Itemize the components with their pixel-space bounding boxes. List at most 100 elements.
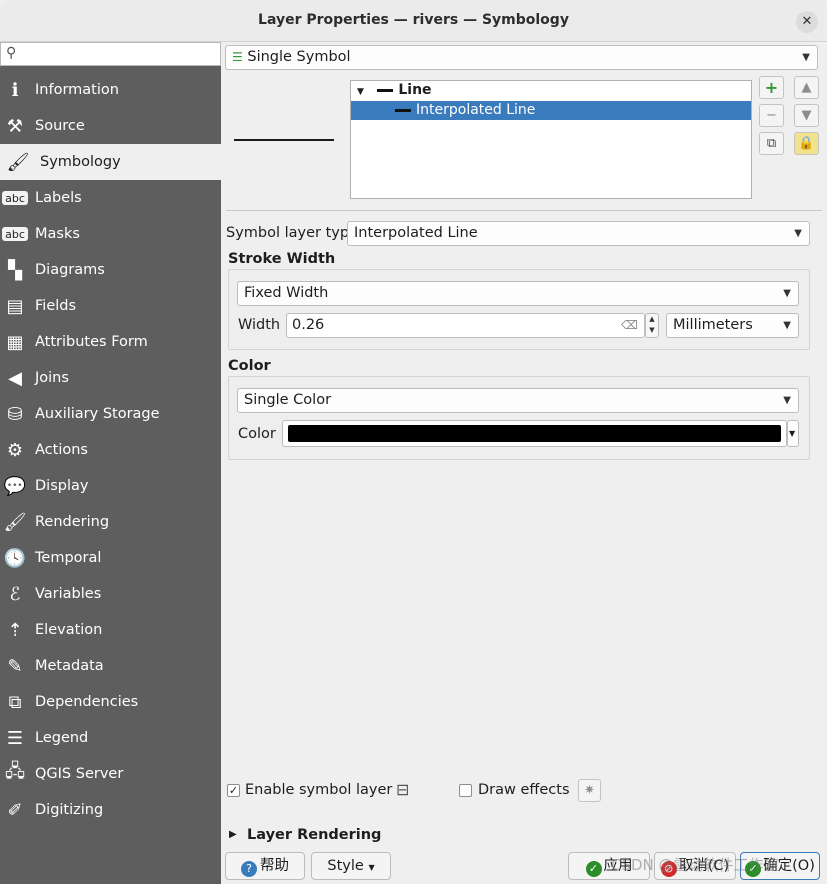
draw-effects-checkbox[interactable] [459,784,472,797]
sidebar-item-information[interactable]: ℹ Information [0,72,221,108]
sidebar-item-label: Information [35,82,119,98]
color-group: Single Color ▼ Color ▼ [228,376,810,460]
search-icon: ⚲ [6,45,17,61]
server-icon: 🖧 [4,761,26,782]
chevron-down-icon: ▼ [783,288,791,299]
style-button[interactable]: Style ▼ [311,852,391,880]
sidebar-search-input[interactable]: ⚲ [0,42,221,66]
color-swatch [288,425,781,442]
stroke-width-mode-select[interactable]: Fixed Width ▼ [237,281,799,306]
sidebar-item-source[interactable]: ⚒ Source [0,108,221,144]
sidebar-item-legend[interactable]: ☰ Legend [0,720,221,756]
check-icon: ✓ [228,784,239,797]
sidebar-item-fields[interactable]: ▤ Fields [0,288,221,324]
sidebar-item-temporal[interactable]: 🕓 Temporal [0,540,221,576]
divider [226,210,822,211]
brush-icon: 🖌 [3,511,27,533]
clear-icon[interactable]: ⌫ [621,314,638,337]
sidebar-item-variables[interactable]: ℰ Variables [0,576,221,612]
color-heading: Color [228,358,271,374]
stroke-width-group: Fixed Width ▼ Width 0.26 ⌫ ▲ ▼ Millimeter… [228,269,810,350]
info-icon: ℹ [11,79,19,101]
sidebar-item-auxiliary-storage[interactable]: ⛁ Auxiliary Storage [0,396,221,432]
sidebar-item-label: Temporal [35,550,102,566]
draw-effects-label: Draw effects [478,782,570,798]
data-defined-override-icon[interactable]: ⊟ [396,780,409,799]
sidebar-item-label: Joins [35,370,69,386]
sidebar-item-label: Dependencies [35,694,139,710]
chevron-down-icon: ▼ [783,320,791,331]
color-button[interactable] [282,420,787,447]
sidebar-item-symbology[interactable]: 🖌 Symbology [0,144,221,180]
masks-icon: abc [2,227,28,241]
sidebar-item-label: Variables [35,586,102,602]
sidebar-item-attributes-form[interactable]: ▦ Attributes Form [0,324,221,360]
single-symbol-icon: ☰ [232,50,243,64]
symbol-layer-type-label: Symbol layer type [226,225,359,241]
color-dropdown-button[interactable]: ▼ [787,420,799,447]
expand-arrow-icon[interactable]: ▼ [357,87,364,97]
line-symbol-icon [377,88,394,92]
renderer-select[interactable]: ☰ Single Symbol ▼ [225,45,818,70]
width-input[interactable]: 0.26 ⌫ [286,313,645,338]
sidebar-item-qgis-server[interactable]: 🖧 QGIS Server [0,756,221,792]
sidebar-item-display[interactable]: 💬 Display [0,468,221,504]
help-button[interactable]: ? 帮助 [225,852,305,880]
sidebar-item-diagrams[interactable]: ▚ Diagrams [0,252,221,288]
duplicate-layer-button[interactable]: ⧉ [759,132,784,155]
chevron-down-icon: ▼ [783,395,791,406]
sidebar-item-elevation[interactable]: ⇡ Elevation [0,612,221,648]
width-spin-buttons[interactable]: ▲ ▼ [645,313,659,338]
symbol-preview [234,139,334,141]
chevron-down-icon: ▼ [802,52,810,63]
color-mode-select[interactable]: Single Color ▼ [237,388,799,413]
metadata-icon: ✎ [7,655,23,677]
diagrams-icon: ▚ [8,259,22,281]
width-label: Width [238,317,281,333]
remove-layer-button[interactable]: − [759,104,784,127]
tree-item-line[interactable]: ▼ Line [351,81,751,100]
sidebar-item-label: Diagrams [35,262,105,278]
sidebar-item-rendering[interactable]: 🖌 Rendering [0,504,221,540]
watermark: CSDN @雷动软件工作室 [611,856,779,874]
sidebar-item-metadata[interactable]: ✎ Metadata [0,648,221,684]
fields-icon: ▤ [6,295,24,317]
layer-rendering-header[interactable]: Layer Rendering [247,827,381,843]
line-symbol-icon [395,108,411,112]
chevron-down-icon: ▼ [368,863,375,872]
legend-icon: ☰ [6,727,24,749]
sidebar-item-joins[interactable]: ◀ Joins [0,360,221,396]
width-unit-select[interactable]: Millimeters ▼ [666,313,799,338]
enable-layer-checkbox[interactable]: ✓ [227,784,240,797]
effects-settings-button[interactable]: ✷ [578,779,601,802]
lock-color-button[interactable]: 🔒 [794,132,819,155]
sidebar-item-digitizing[interactable]: ✐ Digitizing [0,792,221,828]
sidebar-item-labels[interactable]: abc Labels [0,180,221,216]
sidebar-item-label: QGIS Server [35,766,124,782]
tree-item-interpolated-line[interactable]: Interpolated Line [351,101,751,120]
sidebar-item-label: Auxiliary Storage [35,406,160,422]
sidebar-item-label: Display [35,478,89,494]
title-bar: Layer Properties — rivers — Symbology ✕ [0,0,827,42]
symbol-layer-tree[interactable]: ▼ Line Interpolated Line [350,80,752,199]
color-label: Color [238,426,276,442]
add-layer-button[interactable]: + [759,76,784,99]
symbology-panel: ☰ Single Symbol ▼ ▼ Line Interpolated Li… [221,42,827,884]
chevron-down-icon: ▼ [789,429,796,438]
move-down-button[interactable]: ▼ [794,104,819,127]
move-up-button[interactable]: ▲ [794,76,819,99]
enable-layer-label: Enable symbol layer [245,782,393,798]
variables-icon: ℰ [9,583,21,605]
stroke-width-heading: Stroke Width [228,251,336,267]
window-title: Layer Properties — rivers — Symbology [258,12,569,28]
sidebar-item-label: Symbology [40,154,121,170]
sidebar-list: ℹ Information ⚒ Source 🖌 Symbology abc Labels ab… [0,72,221,828]
sidebar-item-actions[interactable]: ⚙ Actions [0,432,221,468]
collapse-arrow-icon[interactable]: ▶ [229,829,237,840]
symbol-layer-type-select[interactable]: Interpolated Line ▼ [347,221,810,246]
sidebar-item-label: Rendering [35,514,110,530]
paintbrush-icon: 🖌 [6,151,30,173]
sidebar-item-masks[interactable]: abc Masks [0,216,221,252]
sidebar-item-dependencies[interactable]: ⧉ Dependencies [0,684,221,720]
close-button[interactable]: ✕ [796,11,818,33]
